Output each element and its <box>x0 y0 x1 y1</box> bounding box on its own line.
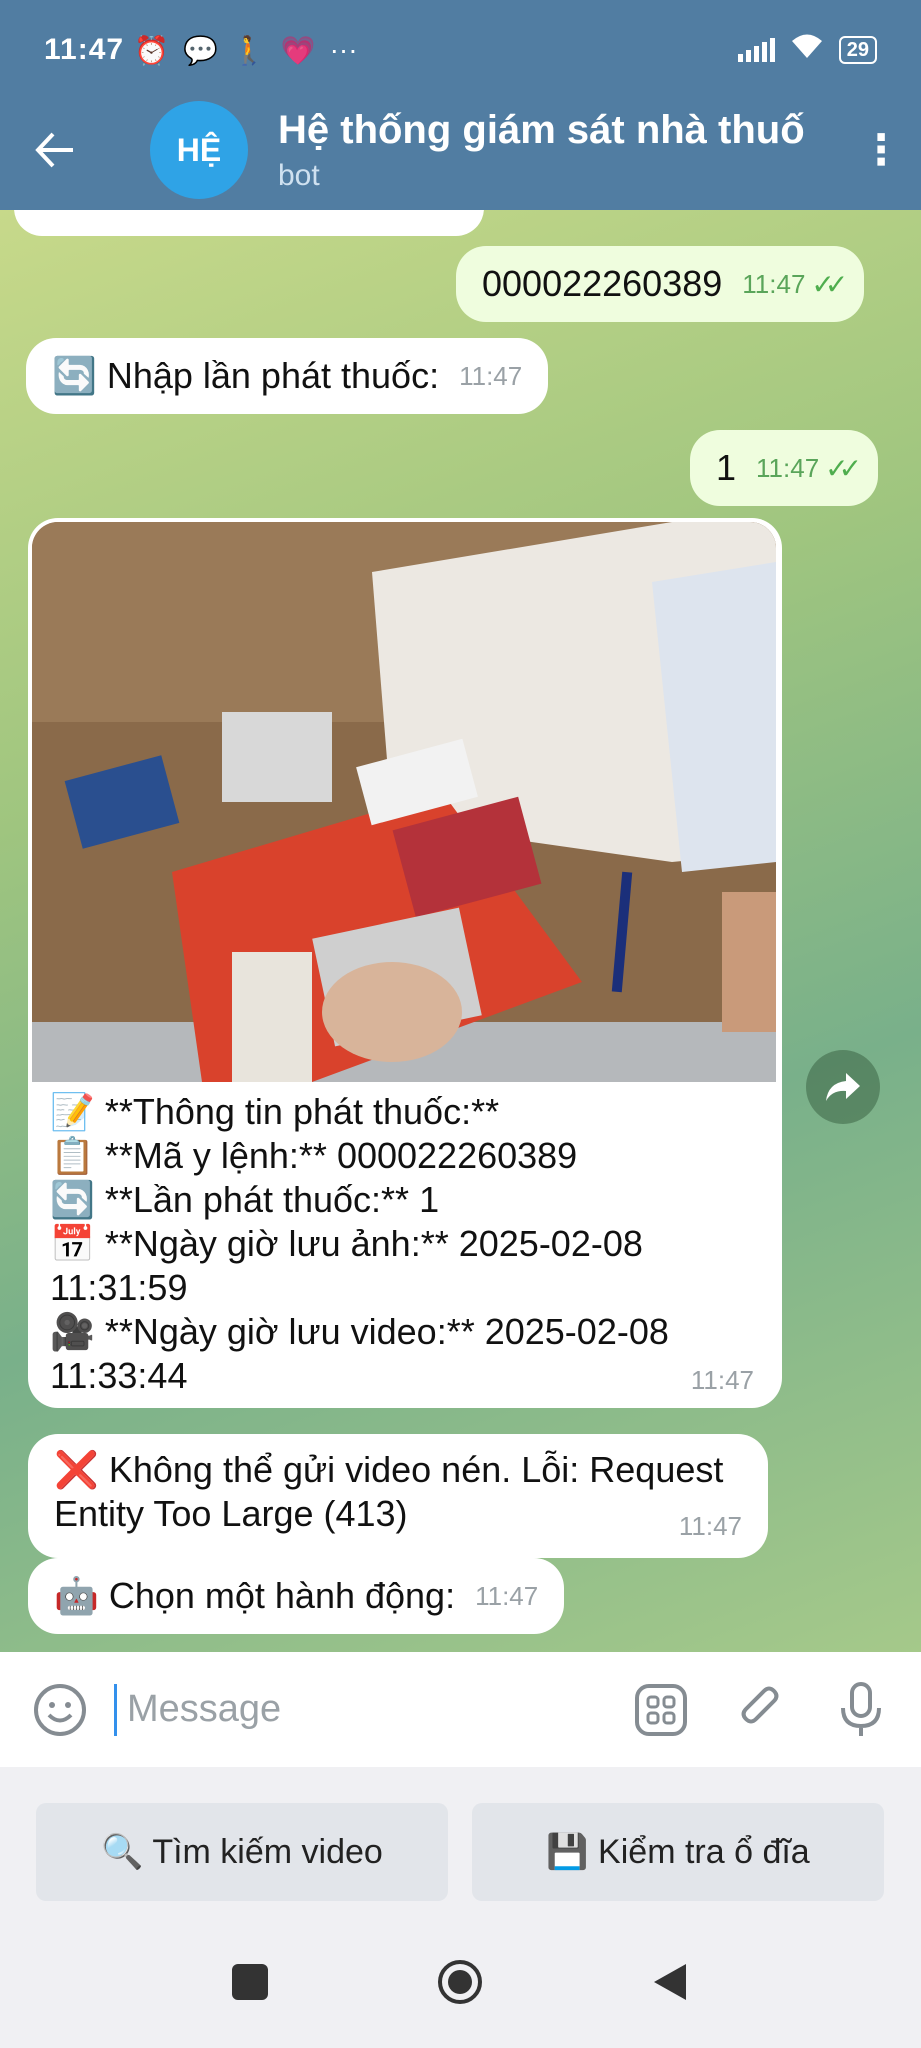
notification-icons: ⏰ 💬 🚶 💗 ··· <box>134 34 357 67</box>
bot-keyboard: 🔍 Tìm kiếm video 💾 Kiểm tra ổ đĩa <box>0 1767 921 1917</box>
caption-line: 📋 **Mã y lệnh:** 000022260389 <box>50 1135 578 1176</box>
battery-icon: 29 <box>838 36 877 64</box>
message-time: 11:47 <box>756 452 820 483</box>
caption-line: 📝 **Thông tin phát thuốc:** <box>50 1091 500 1132</box>
message-sent-count[interactable]: 1 11:47 ✓✓ <box>690 430 879 506</box>
search-video-button[interactable]: 🔍 Tìm kiếm video <box>36 1803 448 1901</box>
app-bar: 11:47 ⏰ 💬 🚶 💗 ··· 29 HỆ Hệ thống giám sá… <box>0 0 921 210</box>
message-sent-code[interactable]: 000022260389 11:47 ✓✓ <box>456 246 865 322</box>
chat-header: HỆ Hệ thống giám sát nhà thuố bot ⋮ <box>0 90 921 210</box>
home-button[interactable] <box>436 1958 484 2006</box>
caption-line: 11:33:44 <box>50 1355 188 1396</box>
system-navigation-bar <box>0 1917 921 2048</box>
caption-line: 🎥 **Ngày giờ lưu video:** 2025-02-08 <box>50 1311 669 1352</box>
chat-info[interactable]: Hệ thống giám sát nhà thuố bot <box>278 108 841 193</box>
more-options-icon[interactable]: ⋮ <box>841 129 921 171</box>
message-text: Nhập lần phát thuốc: <box>106 355 440 396</box>
microphone-icon[interactable] <box>831 1680 891 1740</box>
message-text: Không thể gửi video nén. Lỗi: Request En… <box>54 1449 724 1534</box>
recents-button[interactable] <box>232 1964 268 2000</box>
walking-icon: 🚶 <box>231 34 267 66</box>
message-input[interactable] <box>125 1687 631 1732</box>
caption-line: 11:31:59 <box>50 1267 188 1308</box>
message-time: 11:47 <box>678 1511 742 1541</box>
text-caret <box>114 1683 117 1736</box>
status-time: 11:47 <box>44 33 125 66</box>
double-check-icon: ✓✓ <box>825 452 862 484</box>
double-check-icon: ✓✓ <box>811 268 848 300</box>
message-time: 11:47 <box>742 268 806 299</box>
photo-message[interactable]: 📝 **Thông tin phát thuốc:** 📋 **Mã y lện… <box>28 518 782 1408</box>
alarm-icon: ⏰ <box>134 34 169 66</box>
message-choose-action[interactable]: 🤖 Chọn một hành động: 11:47 <box>28 1558 565 1634</box>
refresh-icon: 🔄 <box>52 355 97 396</box>
cross-mark-icon: ❌ <box>54 1449 99 1490</box>
message-input-bar <box>0 1652 921 1767</box>
back-arrow-icon[interactable] <box>0 90 110 210</box>
chat-subtitle: bot <box>278 158 320 192</box>
caption-line: 🔄 **Lần phát thuốc:** 1 <box>50 1179 440 1220</box>
more-notifications-icon: ··· <box>329 34 358 65</box>
message-bubble-partial <box>14 210 484 236</box>
message-text: Chọn một hành động: <box>108 1575 456 1616</box>
message-time: 11:47 <box>459 360 523 391</box>
message-text: 000022260389 <box>482 263 723 304</box>
share-forward-icon[interactable] <box>806 1050 880 1124</box>
signal-icon <box>737 38 775 62</box>
message-text: 1 <box>716 447 737 488</box>
chat-title: Hệ thống giám sát nhà thuố <box>278 107 805 152</box>
bot-keyboard-icon[interactable] <box>631 1680 691 1740</box>
check-disk-button[interactable]: 💾 Kiểm tra ổ đĩa <box>472 1803 884 1901</box>
emoji-icon[interactable] <box>30 1680 90 1740</box>
shopping-app-icon: 💗 <box>280 34 316 66</box>
attach-icon[interactable] <box>731 1680 791 1740</box>
caption-line: 📅 **Ngày giờ lưu ảnh:** 2025-02-08 <box>50 1223 643 1264</box>
message-prompt-dispense[interactable]: 🔄 Nhập lần phát thuốc: 11:47 <box>26 338 549 414</box>
message-error[interactable]: ❌ Không thể gửi video nén. Lỗi: Request … <box>28 1434 768 1558</box>
chat-bubble-icon: 💬 <box>182 34 218 66</box>
avatar[interactable]: HỆ <box>150 101 248 199</box>
message-time: 11:47 <box>475 1580 539 1611</box>
wifi-icon <box>789 32 825 68</box>
robot-icon: 🤖 <box>54 1575 99 1616</box>
back-button[interactable] <box>650 1962 690 2002</box>
message-time: 11:47 <box>690 1365 754 1395</box>
photo-caption: 📝 **Thông tin phát thuốc:** 📋 **Mã y lện… <box>50 1090 762 1398</box>
chat-area[interactable]: 000022260389 11:47 ✓✓ 🔄 Nhập lần phát th… <box>0 210 921 1652</box>
status-bar: 11:47 ⏰ 💬 🚶 💗 ··· 29 <box>0 0 921 100</box>
pharmacy-photo[interactable] <box>32 522 776 1082</box>
